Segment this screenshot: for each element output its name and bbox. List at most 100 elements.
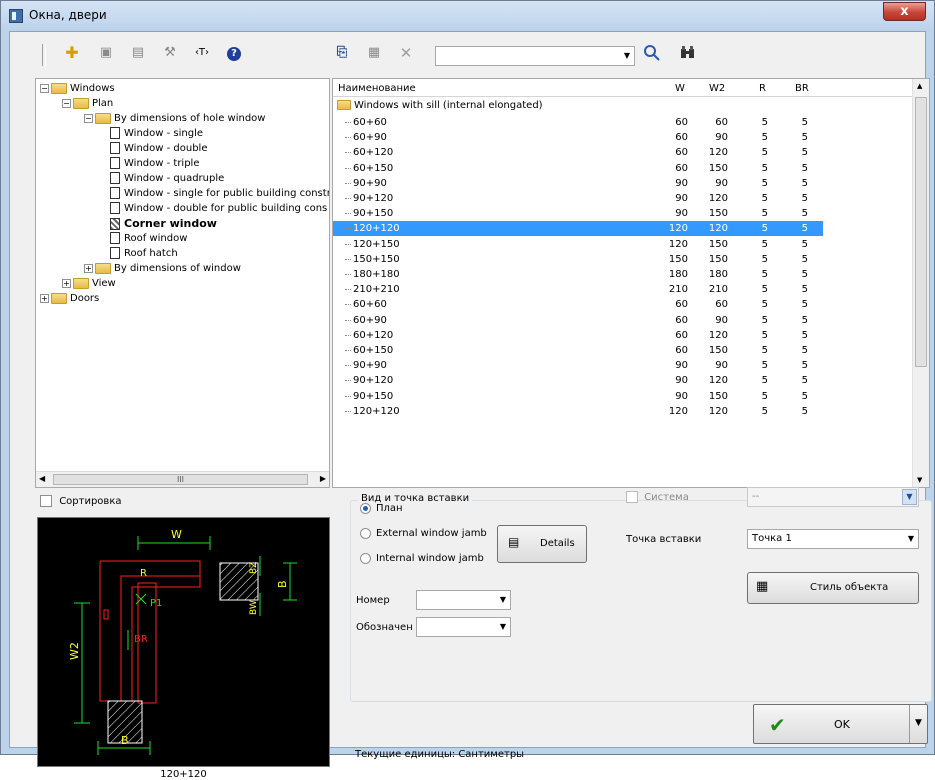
radio-internal-jamb[interactable]: Internal window jamb: [360, 552, 484, 566]
dimension-label-bz: BZ: [249, 562, 259, 574]
cell-r: 5: [761, 299, 768, 311]
system-checkbox[interactable]: [626, 491, 638, 503]
tree-item-view[interactable]: + View: [62, 276, 116, 291]
object-style-button[interactable]: ▦ Стиль объекта: [747, 572, 919, 604]
table-row[interactable]: 120+120 120 120 5 5: [333, 221, 823, 237]
table-row[interactable]: 90+90 90 90 5 5: [333, 176, 823, 191]
scrollbar-thumb[interactable]: III: [53, 474, 308, 485]
collapse-icon[interactable]: −: [84, 113, 93, 123]
scroll-up-icon[interactable]: ▲: [917, 82, 922, 90]
table-row[interactable]: 90+120 90 120 5 5: [333, 191, 823, 206]
size-table[interactable]: Наименование W W2 R BR Windows with sill…: [332, 78, 930, 488]
sort-checkbox-row[interactable]: Сортировка: [40, 495, 122, 509]
table-row[interactable]: 90+150 90 150 5 5: [333, 389, 823, 404]
expand-icon[interactable]: +: [62, 278, 71, 288]
tree-item-plan[interactable]: − Plan: [62, 96, 113, 111]
ok-button[interactable]: ✔ OK ▼: [753, 704, 928, 744]
details-button[interactable]: ▤ Details: [497, 525, 587, 563]
table-row[interactable]: 60+120 60 120 5 5: [333, 145, 823, 160]
table-vertical-scrollbar[interactable]: ▲ ▼: [912, 79, 929, 487]
system-select[interactable]: -- ▼: [747, 487, 919, 507]
tools-icon[interactable]: ⚒: [160, 43, 180, 63]
radio-button[interactable]: [360, 552, 371, 564]
radio-button[interactable]: [360, 502, 371, 514]
table-row[interactable]: 60+90 60 90 5 5: [333, 130, 823, 145]
column-header-name[interactable]: Наименование: [338, 83, 416, 94]
tree-item-window-single-public[interactable]: Window - single for public building cons…: [110, 186, 329, 201]
chevron-down-icon[interactable]: ▼: [902, 489, 917, 505]
title-bar[interactable]: Окна, двери x: [1, 1, 934, 31]
scroll-left-icon[interactable]: ◀: [39, 474, 45, 483]
table-row[interactable]: 180+180 180 180 5 5: [333, 267, 823, 282]
tree-item-windows[interactable]: − Windows: [40, 81, 115, 96]
tree-item-window-double[interactable]: Window - double: [110, 141, 207, 156]
table-row[interactable]: 90+120 90 120 5 5: [333, 373, 823, 388]
insert-point-select[interactable]: Точка 1 ▼: [747, 529, 919, 549]
close-button[interactable]: x: [883, 2, 926, 21]
tree-item-roof-hatch[interactable]: Roof hatch: [110, 246, 178, 261]
column-header-w2[interactable]: W2: [709, 83, 725, 94]
toolbar-grip[interactable]: [42, 44, 46, 66]
column-header-w[interactable]: W: [675, 83, 685, 94]
delete-icon[interactable]: ✕: [396, 43, 416, 63]
list-icon[interactable]: ▤: [128, 43, 148, 63]
table-row[interactable]: 60+150 60 150 5 5: [333, 343, 823, 358]
collapse-icon[interactable]: −: [62, 98, 71, 108]
tree-item-window-triple[interactable]: Window - triple: [110, 156, 199, 171]
tree-item-window-single[interactable]: Window - single: [110, 126, 203, 141]
table-row[interactable]: 120+120 120 120 5 5: [333, 404, 823, 419]
chevron-down-icon[interactable]: ▼: [500, 622, 506, 631]
tree-item-roof-window[interactable]: Roof window: [110, 231, 187, 246]
radio-button[interactable]: [360, 527, 371, 539]
radio-external-jamb[interactable]: External window jamb: [360, 527, 487, 541]
cell-br: 5: [801, 314, 808, 326]
expand-icon[interactable]: +: [40, 293, 49, 303]
category-tree[interactable]: − Windows − Plan − By dimensions of hole wi…: [35, 78, 330, 488]
sort-checkbox[interactable]: [40, 495, 52, 507]
table-row[interactable]: 120+150 120 150 5 5: [333, 237, 823, 252]
edit-icon[interactable]: ▣: [96, 43, 116, 63]
cell-w: 60: [675, 132, 688, 144]
tree-item-window-quadruple[interactable]: Window - quadruple: [110, 171, 224, 186]
binoculars-icon[interactable]: [678, 43, 698, 63]
table-row[interactable]: 150+150 150 150 5 5: [333, 252, 823, 267]
system-checkbox-row[interactable]: Система: [626, 491, 689, 503]
scroll-down-icon[interactable]: ▼: [917, 476, 922, 484]
table-row[interactable]: 60+60 60 60 5 5: [333, 115, 823, 130]
ok-dropdown-chevron-icon[interactable]: ▼: [909, 705, 927, 743]
tree-item-corner-window[interactable]: Corner window: [110, 216, 217, 231]
tree-item-doors[interactable]: + Doors: [40, 291, 99, 306]
properties-icon[interactable]: ▦: [364, 43, 384, 63]
add-icon[interactable]: ✚: [62, 43, 82, 63]
search-input[interactable]: ▼: [435, 46, 635, 66]
tree-item-by-hole-dimensions[interactable]: − By dimensions of hole window: [84, 111, 265, 126]
column-header-r[interactable]: R: [759, 83, 766, 94]
copy-icon[interactable]: ⎘: [332, 43, 352, 63]
number-select[interactable]: ▼: [416, 590, 511, 610]
help-button[interactable]: ?: [224, 43, 244, 63]
tree-item-window-double-public[interactable]: Window - double for public building cons: [110, 201, 327, 216]
table-row[interactable]: 210+210 210 210 5 5: [333, 282, 823, 297]
chevron-down-icon[interactable]: ▼: [624, 51, 630, 60]
chevron-down-icon[interactable]: ▼: [908, 534, 914, 543]
column-header-br[interactable]: BR: [795, 83, 809, 94]
search-icon[interactable]: [642, 43, 662, 63]
table-row[interactable]: 60+150 60 150 5 5: [333, 161, 823, 176]
scrollbar-thumb[interactable]: [915, 97, 927, 367]
table-row[interactable]: 90+90 90 90 5 5: [333, 358, 823, 373]
chevron-down-icon[interactable]: ▼: [500, 595, 506, 604]
table-row[interactable]: 60+90 60 90 5 5: [333, 313, 823, 328]
designation-select[interactable]: ▼: [416, 617, 511, 637]
scroll-right-icon[interactable]: ▶: [320, 474, 326, 483]
group-row[interactable]: Windows with sill (internal elongated): [337, 99, 543, 113]
collapse-icon[interactable]: −: [40, 83, 49, 93]
radio-plan[interactable]: План: [360, 502, 403, 516]
tree-horizontal-scrollbar[interactable]: ◀ III ▶: [36, 471, 329, 487]
table-row[interactable]: 60+120 60 120 5 5: [333, 328, 823, 343]
cell-br: 5: [801, 390, 808, 402]
text-tag-icon[interactable]: ‹T›: [192, 43, 212, 63]
table-row[interactable]: 90+150 90 150 5 5: [333, 206, 823, 221]
tree-item-by-window-dimensions[interactable]: + By dimensions of window: [84, 261, 241, 276]
table-row[interactable]: 60+60 60 60 5 5: [333, 297, 823, 312]
expand-icon[interactable]: +: [84, 263, 93, 273]
